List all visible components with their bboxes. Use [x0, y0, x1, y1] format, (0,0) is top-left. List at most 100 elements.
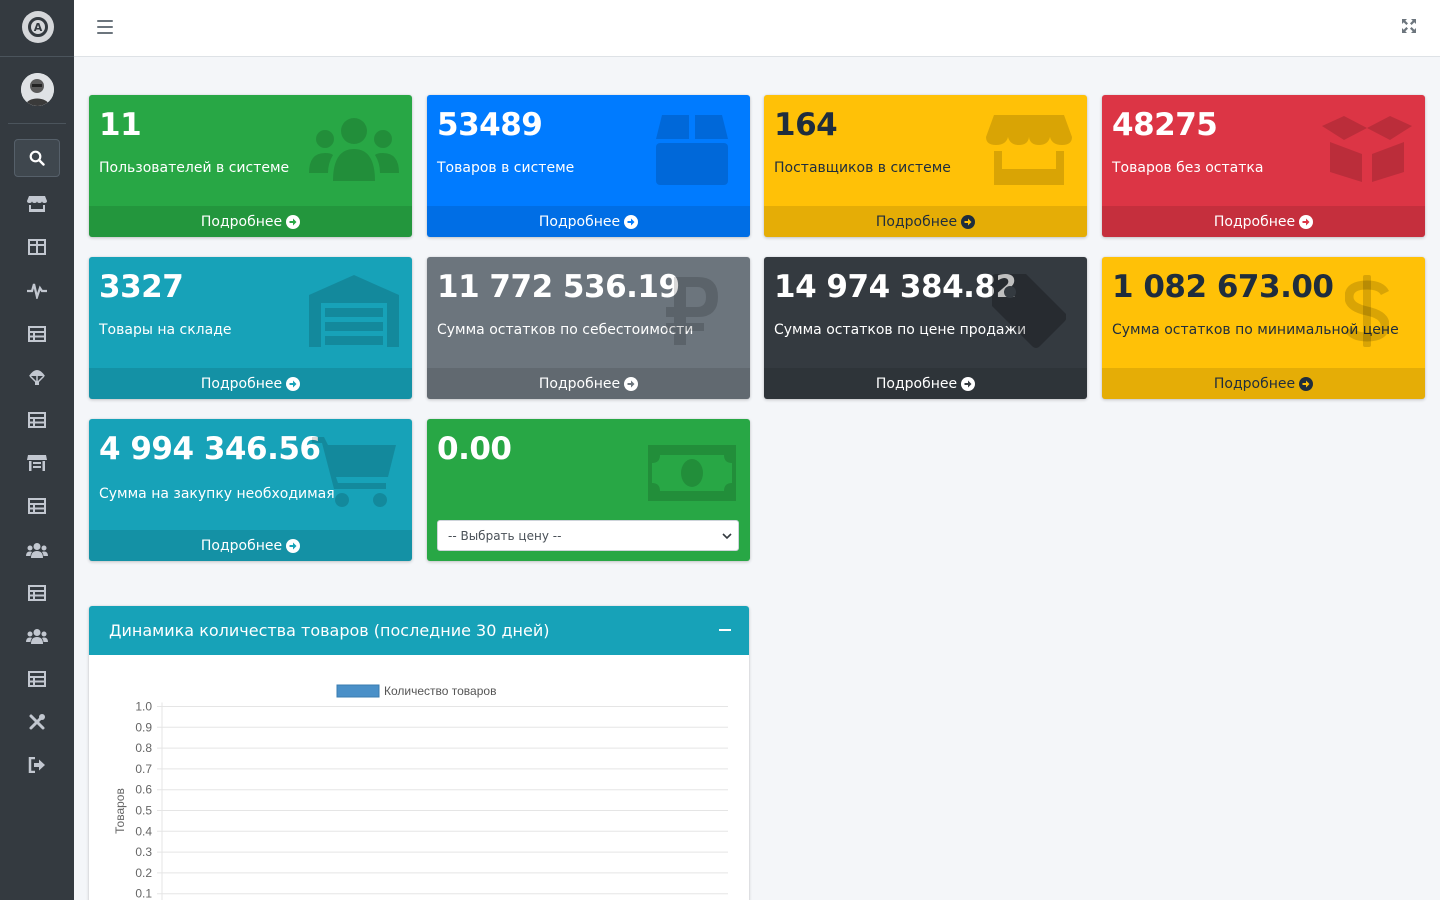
- y-tick-label: 0.8: [135, 741, 152, 755]
- arrow-circle-right-icon: [1299, 214, 1314, 229]
- warehouse-icon: [27, 455, 47, 471]
- sidebar-divider: [8, 123, 66, 124]
- arrow-circle-right-icon: [286, 214, 301, 229]
- parachute-icon: [29, 370, 45, 385]
- stat-box-cost-total: 11 772 536.19 Сумма остатков по себестои…: [427, 257, 750, 399]
- table-icon: [28, 498, 46, 514]
- stat-label: Пользователей в системе: [99, 160, 290, 176]
- sidebar-item-logout[interactable]: [16, 748, 58, 782]
- user-avatar[interactable]: [21, 73, 54, 106]
- sidebar-item-table[interactable]: [16, 403, 58, 437]
- more-info-link[interactable]: Подробнее: [427, 368, 750, 399]
- store-icon: [27, 196, 47, 212]
- y-tick-label: 0.6: [135, 783, 152, 797]
- stat-box-min-price-total: 1 082 673.00 Сумма остатков по минимальн…: [1102, 257, 1425, 399]
- sidebar-item-users[interactable]: [16, 533, 58, 567]
- sidebar-item-activity[interactable]: [16, 273, 58, 307]
- stat-label: Товаров в системе: [437, 160, 575, 176]
- stat-box-price-select: 0.00 -- Выбрать цену --: [427, 419, 750, 561]
- sidebar-item-warehouse[interactable]: [16, 446, 58, 480]
- stat-value: 1 082 673.00: [1112, 269, 1334, 305]
- stat-value: 164: [774, 107, 838, 143]
- stat-label: Товары на складе: [99, 322, 232, 338]
- table-icon: [28, 326, 46, 342]
- minus-icon[interactable]: [719, 629, 731, 631]
- arrow-circle-right-icon: [624, 214, 639, 229]
- search-icon: [29, 150, 45, 166]
- stat-label: Поставщиков в системе: [774, 160, 951, 176]
- chevron-down-icon: [722, 533, 732, 540]
- stat-box-products: 53489 Товаров в системе Подробнее: [427, 95, 750, 237]
- more-info-link[interactable]: Подробнее: [764, 368, 1087, 399]
- stat-value: 3327: [99, 269, 184, 305]
- more-label: Подробнее: [875, 375, 958, 392]
- more-label: Подробнее: [1213, 213, 1296, 230]
- legend-swatch: [336, 684, 380, 698]
- expand-icon[interactable]: [1402, 19, 1416, 33]
- more-info-link[interactable]: Подробнее: [89, 368, 412, 399]
- more-label: Подробнее: [200, 375, 283, 392]
- more-info-link[interactable]: Подробнее: [1102, 206, 1425, 237]
- card-header: Динамика количества товаров (последние 3…: [89, 606, 749, 655]
- sidebar-item-table[interactable]: [16, 576, 58, 610]
- tag-icon: [981, 271, 1077, 351]
- top-navbar: [74, 0, 1440, 57]
- sidebar-item-parachute[interactable]: [16, 360, 58, 394]
- sidebar-item-table[interactable]: [16, 317, 58, 351]
- sidebar-item-store[interactable]: [16, 187, 58, 221]
- y-tick-label: 0.7: [135, 762, 152, 776]
- sidebar-search-button[interactable]: [14, 139, 60, 177]
- sidebar-item-table[interactable]: [16, 489, 58, 523]
- more-info-link[interactable]: Подробнее: [1102, 368, 1425, 399]
- y-tick-label: 1.0: [135, 700, 152, 714]
- hamburger-icon[interactable]: [96, 18, 114, 36]
- stat-box-users: 11 Пользователей в системе Подробнее: [89, 95, 412, 237]
- more-info-link[interactable]: Подробнее: [89, 530, 412, 561]
- sidebar-item-users[interactable]: [16, 619, 58, 653]
- app-logo-icon[interactable]: A: [22, 11, 54, 43]
- table-icon: [28, 412, 46, 428]
- users-icon: [26, 543, 48, 558]
- box-icon: [644, 109, 740, 189]
- stat-value: 0.00: [437, 431, 512, 467]
- y-tick-label: 0.2: [135, 866, 152, 880]
- dollar-icon: [1319, 271, 1415, 351]
- users-icon: [306, 109, 402, 189]
- stat-box-out-of-stock: 48275 Товаров без остатка Подробнее: [1102, 95, 1425, 237]
- users-icon: [26, 629, 48, 644]
- more-label: Подробнее: [1213, 375, 1296, 392]
- sidebar-item-table[interactable]: [16, 230, 58, 264]
- arrow-circle-right-icon: [286, 538, 301, 553]
- legend-label: Количество товаров: [384, 684, 496, 698]
- sidebar: A: [0, 0, 74, 900]
- ruble-icon: [644, 271, 740, 351]
- more-label: Подробнее: [875, 213, 958, 230]
- more-label: Подробнее: [538, 213, 621, 230]
- heartbeat-icon: [27, 283, 47, 299]
- arrow-circle-right-icon: [961, 214, 976, 229]
- tools-icon: [29, 714, 45, 730]
- sidebar-item-table[interactable]: [16, 662, 58, 696]
- box-open-icon: [1319, 109, 1415, 189]
- more-info-link[interactable]: Подробнее: [427, 206, 750, 237]
- stat-box-purchase-needed: 4 994 346.56 Сумма на закупку необходима…: [89, 419, 412, 561]
- price-select[interactable]: -- Выбрать цену --: [437, 520, 739, 551]
- more-info-link[interactable]: Подробнее: [89, 206, 412, 237]
- sidebar-item-settings[interactable]: [16, 705, 58, 739]
- cart-icon: [306, 433, 402, 513]
- warehouse-icon: [306, 271, 402, 351]
- table-icon: [28, 585, 46, 601]
- arrow-circle-right-icon: [286, 376, 301, 391]
- stat-box-in-stock: 3327 Товары на складе Подробнее: [89, 257, 412, 399]
- y-axis-label: Товаров: [113, 788, 127, 834]
- table-icon: [28, 671, 46, 687]
- sign-out-icon: [28, 757, 45, 773]
- more-label: Подробнее: [538, 375, 621, 392]
- stat-value: 11: [99, 107, 142, 143]
- y-tick-label: 0.4: [135, 824, 152, 838]
- sidebar-divider: [0, 56, 74, 57]
- stat-box-suppliers: 164 Поставщиков в системе Подробнее: [764, 95, 1087, 237]
- table-icon: [28, 239, 46, 255]
- stat-value: 4 994 346.56: [99, 431, 321, 467]
- more-info-link[interactable]: Подробнее: [764, 206, 1087, 237]
